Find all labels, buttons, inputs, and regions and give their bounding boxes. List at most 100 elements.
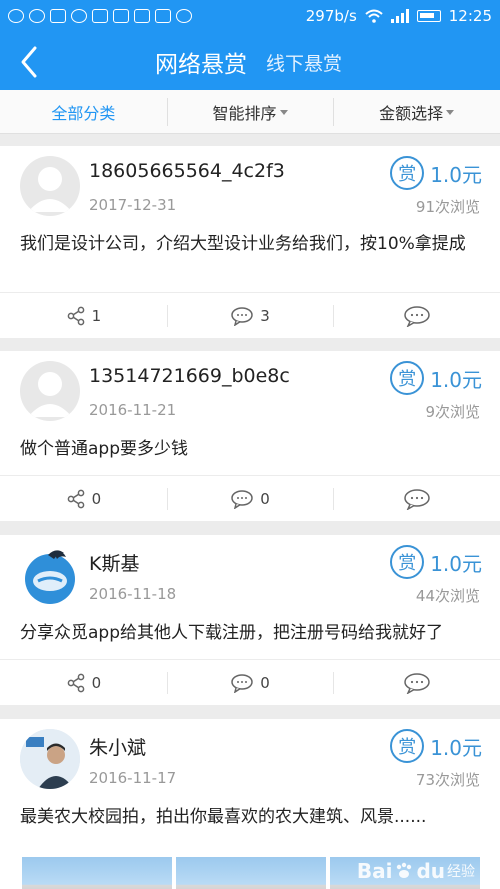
share-icon xyxy=(67,673,84,692)
share-count: 0 xyxy=(91,673,102,692)
post-date: 2016-11-21 xyxy=(89,401,177,419)
comment-count: 0 xyxy=(260,489,270,508)
reward-badge-icon: 赏 xyxy=(390,156,425,190)
share-button[interactable]: 0 xyxy=(0,476,167,521)
notification-icon xyxy=(8,9,24,23)
filter-category-label: 全部分类 xyxy=(51,103,116,123)
share-button[interactable]: 0 xyxy=(0,660,167,705)
filter-category[interactable]: 全部分类 xyxy=(0,90,167,133)
post-date: 2016-11-18 xyxy=(89,585,177,603)
comment-count: 3 xyxy=(260,306,270,325)
reward: 赏 1.0元 xyxy=(390,156,482,190)
reply-button[interactable] xyxy=(333,293,500,338)
share-icon xyxy=(67,489,84,508)
post-content[interactable]: 我们是设计公司，介绍大型设计业务给我们，按10%拿提成 xyxy=(20,232,480,257)
watermark-brand: Bai xyxy=(356,859,393,883)
post-content[interactable]: 分享众觅app给其他人下载注册，把注册号码给我就好了 xyxy=(20,621,480,646)
reward-amount: 1.0元 xyxy=(430,162,482,187)
alarm-icon xyxy=(29,9,45,23)
share-count: 0 xyxy=(91,489,102,508)
signal-icon xyxy=(390,9,409,23)
share-icon xyxy=(67,306,84,325)
filter-sort[interactable]: 智能排序 xyxy=(166,90,334,133)
chat-bubble-icon xyxy=(403,305,430,327)
watermark-label: 经验 xyxy=(447,864,475,880)
blue-bird-avatar-icon xyxy=(25,550,75,604)
reward-badge-icon: 赏 xyxy=(390,729,425,763)
chat-bubble-icon xyxy=(403,672,430,694)
location-icon xyxy=(113,9,129,23)
post-content[interactable]: 最美农大校园拍，拍出你最喜欢的农大建筑、风景...... xyxy=(20,805,480,830)
post-photo[interactable] xyxy=(176,857,326,889)
chat-bubble-icon xyxy=(403,488,430,510)
comment-button[interactable]: 0 xyxy=(166,476,334,521)
username[interactable]: 13514721669_b0e8c xyxy=(89,365,290,387)
title-bar: 网络悬赏 线下悬赏 xyxy=(0,32,500,90)
warning-icon xyxy=(155,9,171,23)
reward-amount: 1.0元 xyxy=(430,735,482,760)
username[interactable]: K斯基 xyxy=(89,549,139,576)
avatar[interactable] xyxy=(20,545,80,605)
default-avatar-icon xyxy=(28,372,72,417)
reward: 赏 1.0元 xyxy=(390,729,482,763)
comment-icon xyxy=(231,673,253,693)
post-card[interactable]: 18605665564_4c2f3 2017-12-31 赏 1.0元 91次浏… xyxy=(0,146,500,338)
dropdown-caret-icon xyxy=(446,110,455,115)
reward-badge-icon: 赏 xyxy=(390,361,425,395)
reward-amount: 1.0元 xyxy=(430,551,482,576)
filter-amount-label: 金额选择 xyxy=(379,103,444,123)
comment-icon xyxy=(231,306,253,326)
view-count: 44次浏览 xyxy=(415,587,480,605)
user-photo-avatar-icon xyxy=(20,729,80,789)
page-title[interactable]: 网络悬赏 xyxy=(155,45,247,79)
tab-offline-reward[interactable]: 线下悬赏 xyxy=(266,49,342,76)
dropdown-caret-icon xyxy=(279,110,288,115)
back-button[interactable] xyxy=(10,42,50,82)
filter-bar: 全部分类 智能排序 金额选择 xyxy=(0,90,500,134)
comment-button[interactable]: 3 xyxy=(166,293,334,338)
paw-icon xyxy=(397,862,412,878)
message-icon xyxy=(50,9,66,23)
reward-badge-icon: 赏 xyxy=(390,545,425,579)
avatar[interactable] xyxy=(20,361,80,421)
share-count: 1 xyxy=(91,306,102,325)
post-photo[interactable] xyxy=(22,857,172,889)
baidu-jingyan-watermark: Bai du 经验 xyxy=(357,859,475,883)
post-actions: 1 3 xyxy=(0,292,500,338)
more-icon xyxy=(176,9,192,23)
avatar[interactable] xyxy=(20,156,80,216)
reward-amount: 1.0元 xyxy=(430,367,482,392)
view-count: 73次浏览 xyxy=(415,771,480,789)
post-actions: 0 0 xyxy=(0,659,500,705)
clock: 12:25 xyxy=(448,7,492,25)
reward: 赏 1.0元 xyxy=(390,361,482,395)
view-count: 91次浏览 xyxy=(415,198,480,216)
post-card[interactable]: 13514721669_b0e8c 2016-11-21 赏 1.0元 9次浏览… xyxy=(0,351,500,521)
username[interactable]: 18605665564_4c2f3 xyxy=(89,160,285,182)
avatar[interactable] xyxy=(20,729,80,789)
apps-icon xyxy=(134,9,150,23)
comment-icon xyxy=(231,489,253,509)
wifi-icon xyxy=(365,9,383,23)
watermark-suffix: du xyxy=(416,859,445,883)
reward: 赏 1.0元 xyxy=(390,545,482,579)
share-button[interactable]: 1 xyxy=(0,293,167,338)
filter-amount[interactable]: 金额选择 xyxy=(333,90,500,133)
view-count: 9次浏览 xyxy=(425,403,480,421)
reply-button[interactable] xyxy=(333,660,500,705)
network-speed: 297b/s xyxy=(305,7,357,25)
reply-button[interactable] xyxy=(333,476,500,521)
image-icon xyxy=(92,9,108,23)
username[interactable]: 朱小斌 xyxy=(89,733,146,760)
post-date: 2017-12-31 xyxy=(89,196,177,214)
notification-icons xyxy=(8,9,192,23)
comment-count: 0 xyxy=(260,673,270,692)
post-content[interactable]: 做个普通app要多少钱 xyxy=(20,437,480,462)
battery-icon xyxy=(416,10,441,22)
default-avatar-icon xyxy=(28,167,72,212)
post-actions: 0 0 xyxy=(0,475,500,521)
comment-button[interactable]: 0 xyxy=(166,660,334,705)
post-card[interactable]: K斯基 2016-11-18 赏 1.0元 44次浏览 分享众觅app给其他人下… xyxy=(0,535,500,705)
weibo-icon xyxy=(71,9,87,23)
filter-sort-label: 智能排序 xyxy=(212,103,277,123)
